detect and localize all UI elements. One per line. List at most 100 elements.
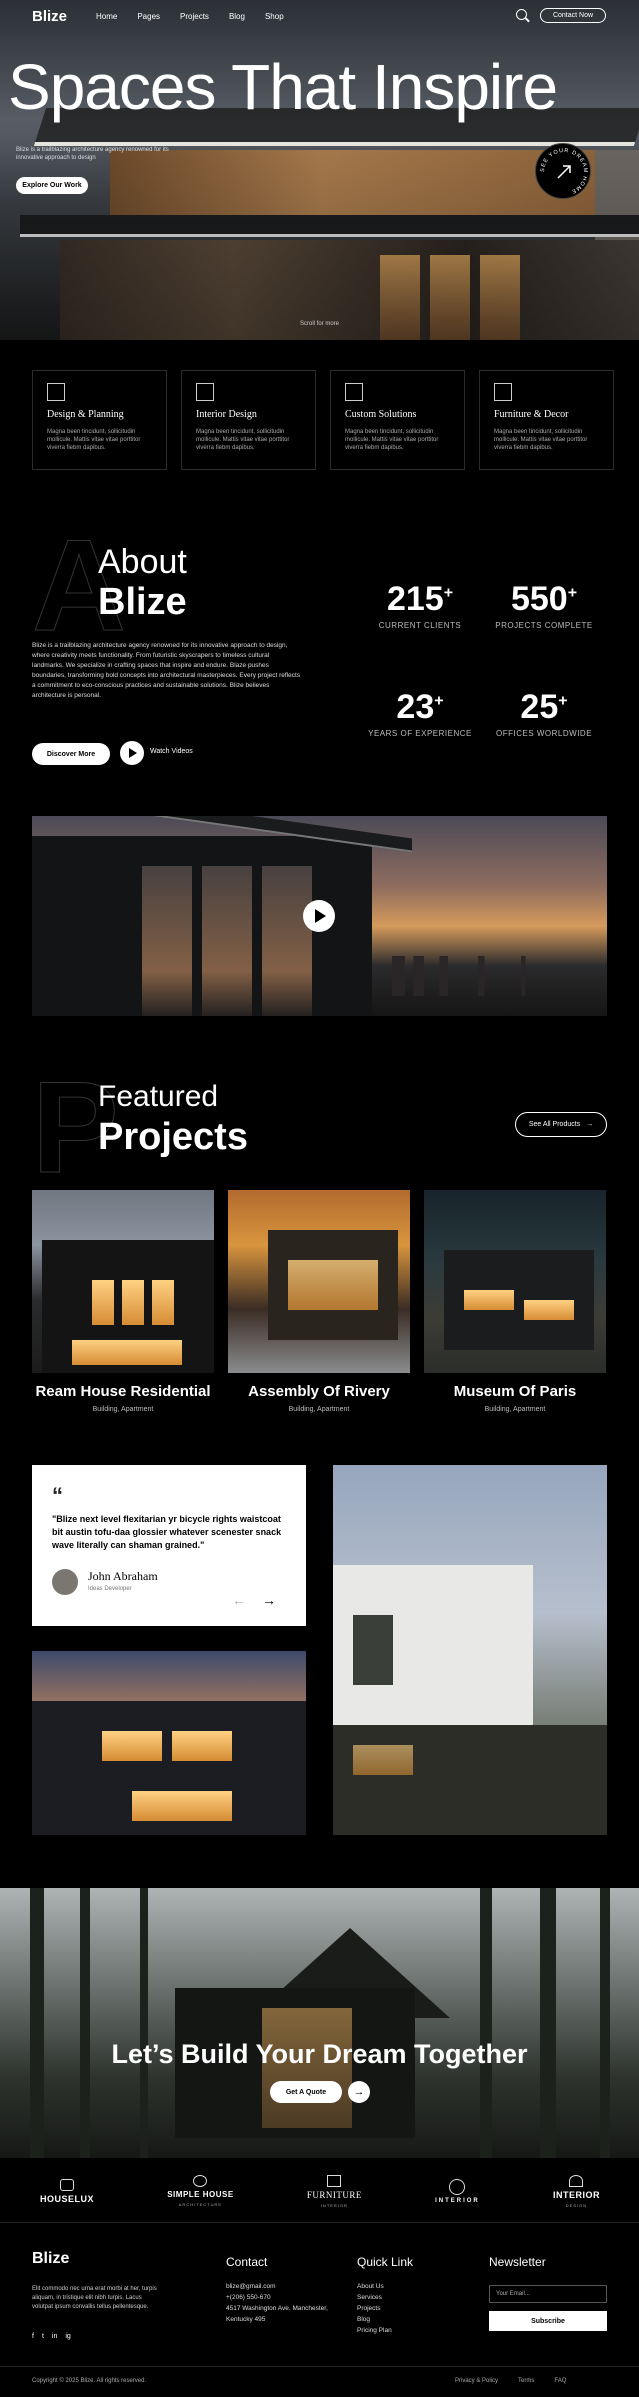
stat-label: PROJECTS COMPLETE xyxy=(495,621,593,630)
cross-icon xyxy=(327,2174,342,2187)
faq-link[interactable]: FAQ xyxy=(554,2378,566,2384)
stat-offices: 25+ OFFICES WORLDWIDE xyxy=(484,688,604,738)
video-window xyxy=(202,866,252,1016)
footer-quick-heading: Quick Link xyxy=(357,2255,414,2269)
footer-quick-links: About Us Services Projects Blog Pricing … xyxy=(357,2281,392,2336)
round-icon xyxy=(449,2178,466,2195)
partner-sub: ARCHITECTURE xyxy=(178,2202,223,2207)
facebook-icon[interactable]: f xyxy=(32,2333,34,2340)
hero-caption: Scroll for more xyxy=(300,321,340,327)
stat-number: 25 xyxy=(520,688,559,726)
nav-link-blog[interactable]: Blog xyxy=(229,12,245,21)
video-banner[interactable] xyxy=(32,816,607,1016)
copyright: Copyright © 2025 Blize. All rights reser… xyxy=(32,2378,147,2384)
terms-link[interactable]: Terms xyxy=(518,2378,534,2384)
discover-button[interactable]: Discover More xyxy=(32,743,110,765)
service-card[interactable]: Design & Planning Magna been tincidunt, … xyxy=(32,370,167,470)
arrow-right-icon[interactable]: → xyxy=(262,1592,276,1608)
social-links: f t in ig xyxy=(32,2333,71,2340)
footer-link[interactable]: Pricing Plan xyxy=(357,2325,392,2336)
quote-icon: “ xyxy=(52,1483,63,1508)
partner-name: FURNITURE xyxy=(306,2189,362,2200)
video-play-icon[interactable] xyxy=(303,900,335,932)
badge-ring-icon: SEE YOUR DREAM HOME xyxy=(540,148,587,195)
nav-link-home[interactable]: Home xyxy=(96,12,117,21)
stat-label: YEARS OF EXPERIENCE xyxy=(368,729,472,738)
search-icon[interactable] xyxy=(516,9,527,20)
footer-link[interactable]: Blog xyxy=(357,2314,392,2325)
partner-sub: DESIGN xyxy=(565,2202,588,2208)
partner-logos: HOUSELUX SIMPLE HOUSE ARCHITECTURE FURNI… xyxy=(40,2168,600,2214)
service-desc: Magna been tincidunt, sollicitudin molli… xyxy=(345,429,439,451)
footer-link[interactable]: Projects xyxy=(357,2303,392,2314)
see-all-button[interactable]: See All Products → xyxy=(515,1112,607,1137)
service-desc: Magna been tincidunt, sollicitudin molli… xyxy=(47,429,141,451)
testimonial-role: Ideas Developer xyxy=(88,1586,132,1592)
partner-name: SIMPLE HOUSE xyxy=(167,2190,234,2199)
project-image xyxy=(32,1190,214,1373)
house-icon xyxy=(60,2178,74,2191)
service-card[interactable]: Interior Design Magna been tincidunt, so… xyxy=(181,370,316,470)
stat-suffix: + xyxy=(434,692,444,710)
circle-icon xyxy=(193,2175,208,2187)
get-quote-button[interactable]: Get A Quote xyxy=(270,2081,342,2103)
privacy-link[interactable]: Privacy & Policy xyxy=(455,2378,498,2384)
service-desc: Magna been tincidunt, sollicitudin molli… xyxy=(196,429,290,451)
hero-description: Blize is a trailblazing architecture age… xyxy=(16,147,169,161)
arrow-left-icon[interactable]: ← xyxy=(232,1592,246,1608)
explore-button[interactable]: Explore Our Work xyxy=(16,177,88,194)
service-card[interactable]: Furniture & Decor Magna been tincidunt, … xyxy=(479,370,614,470)
footer-contact-heading: Contact xyxy=(226,2255,268,2269)
divider xyxy=(0,2366,639,2367)
partner-logo: HOUSELUX xyxy=(40,2178,94,2204)
service-card[interactable]: Custom Solutions Magna been tincidunt, s… xyxy=(330,370,465,470)
project-card[interactable]: Museum Of Paris Building, Apartment xyxy=(424,1190,606,1413)
building-icon xyxy=(345,383,363,401)
linkedin-icon[interactable]: in xyxy=(52,2333,57,2340)
contact-button[interactable]: Contact Now xyxy=(540,8,606,23)
gallery-image-dusk-house xyxy=(32,1651,306,1835)
partner-logo: INTERIOR DESIGN xyxy=(552,2174,600,2208)
nav-link-pages[interactable]: Pages xyxy=(137,12,160,21)
cta-title: Let’s Build Your Dream Together xyxy=(111,2039,528,2069)
nav-link-shop[interactable]: Shop xyxy=(265,12,284,21)
project-name: Museum Of Paris xyxy=(453,1383,577,1400)
play-icon[interactable] xyxy=(120,741,144,765)
interior-icon xyxy=(196,383,214,401)
partner-name: INTERIOR xyxy=(552,2189,600,2200)
instagram-icon[interactable]: ig xyxy=(65,2333,70,2340)
project-image xyxy=(228,1190,410,1373)
testimonial-quote: "Blize next level flexitarian yr bicycle… xyxy=(52,1514,282,1550)
stat-suffix: + xyxy=(443,584,454,602)
stat-suffix: + xyxy=(558,692,568,710)
featured-heading-line2: Projects xyxy=(98,1116,248,1158)
twitter-icon[interactable]: t xyxy=(42,2333,44,2340)
project-name: Ream House Residential xyxy=(35,1383,211,1400)
hero-title: Spaces That Inspire xyxy=(8,51,558,123)
gallery-image-modern-house xyxy=(333,1465,607,1835)
stat-years: 23+ YEARS OF EXPERIENCE xyxy=(360,688,480,738)
project-card[interactable]: Assembly Of Rivery Building, Apartment xyxy=(228,1190,410,1413)
watch-videos-link[interactable]: Watch Videos xyxy=(150,748,193,755)
arrow-right-icon: → xyxy=(586,1121,594,1128)
hero-badge[interactable]: SEE YOUR DREAM HOME xyxy=(535,143,591,199)
services-row: Design & Planning Magna been tincidunt, … xyxy=(32,370,614,470)
partner-name: INTERIOR xyxy=(435,2197,480,2204)
subscribe-button[interactable]: Subscribe xyxy=(489,2311,607,2331)
stat-number: 215 xyxy=(386,580,444,618)
footer-logo[interactable]: Blize xyxy=(32,2250,69,2268)
project-card[interactable]: Ream House Residential Building, Apartme… xyxy=(32,1190,214,1413)
footer-link[interactable]: Services xyxy=(357,2292,392,2303)
arrow-right-icon[interactable]: → xyxy=(348,2081,370,2103)
footer-link[interactable]: About Us xyxy=(357,2281,392,2292)
nav-link-projects[interactable]: Projects xyxy=(180,12,209,21)
nav-logo[interactable]: Blize xyxy=(32,8,67,25)
newsletter-email-input[interactable]: Your Email... xyxy=(489,2285,607,2303)
stat-suffix: + xyxy=(567,584,578,602)
stat-number: 23 xyxy=(396,688,435,726)
footer-email[interactable]: blize@gmail.com xyxy=(226,2281,346,2292)
footer-phone[interactable]: +(206) 550-670 xyxy=(226,2292,346,2303)
city-skyline xyxy=(392,956,607,996)
furniture-icon xyxy=(494,383,512,401)
avatar xyxy=(52,1569,78,1595)
